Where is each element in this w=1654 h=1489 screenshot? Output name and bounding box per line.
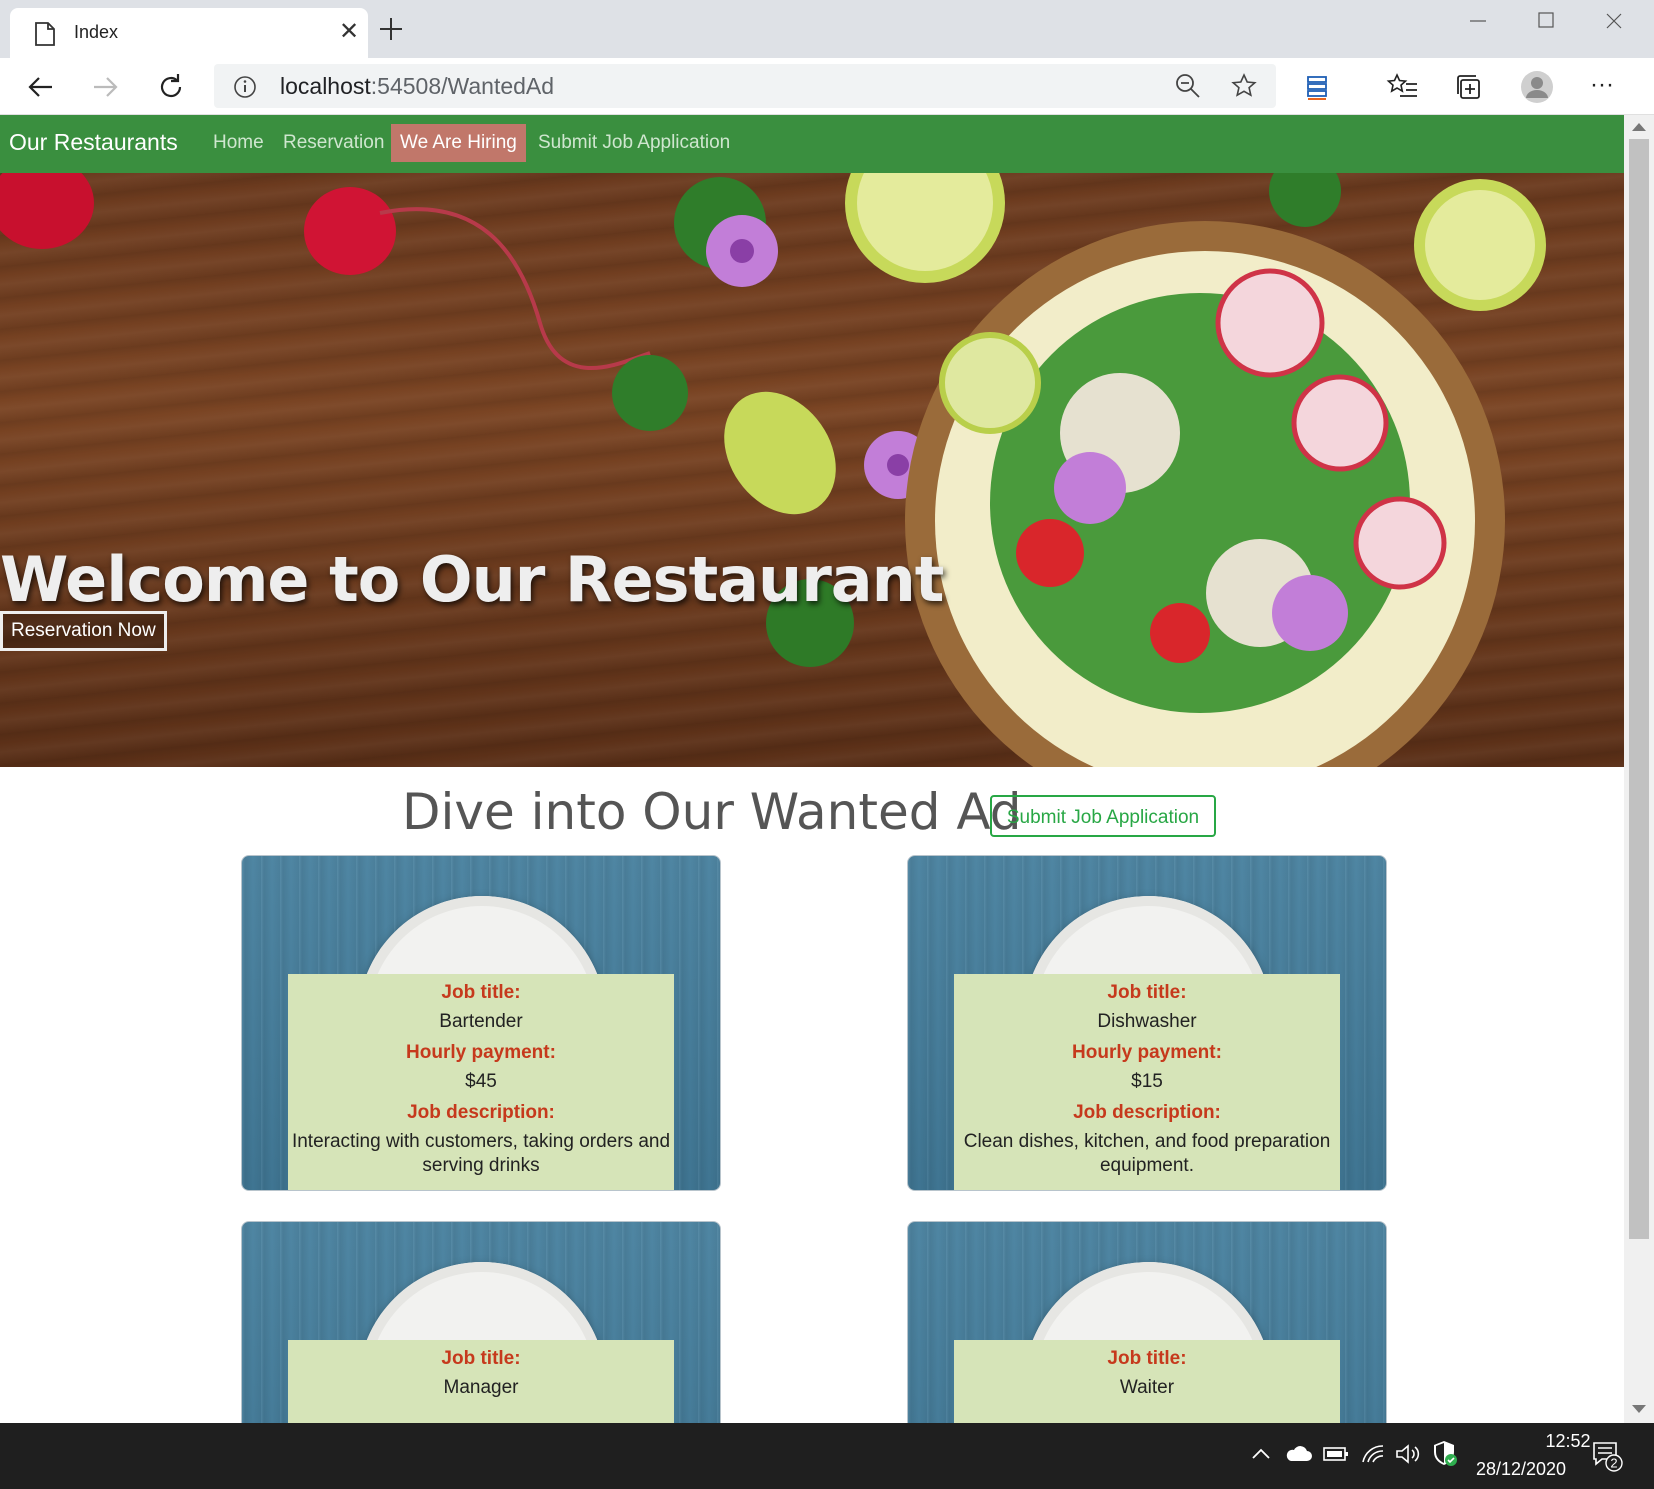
hero-banner: Welcome to Our Restaurant Reservation No… [0, 173, 1624, 767]
new-tab-icon[interactable] [376, 14, 406, 44]
address-bar[interactable]: localhost:54508/WantedAd [214, 64, 1276, 108]
submit-job-application-button[interactable]: Submit Job Application [990, 795, 1216, 837]
site-navbar: Our Restaurants Home Reservation We Are … [0, 115, 1624, 173]
job-card: Job title: Bartender Hourly payment: $45… [241, 855, 721, 1191]
job-description-label: Job description: [407, 1102, 555, 1123]
page-viewport: Our Restaurants Home Reservation We Are … [0, 115, 1624, 1423]
scrollbar-thumb[interactable] [1629, 139, 1649, 1239]
job-card: Job title: Waiter [907, 1221, 1387, 1423]
windows-taskbar: 12:52 28/12/2020 2 [0, 1423, 1654, 1489]
svg-text:2: 2 [1610, 1456, 1617, 1471]
job-title-value: Waiter [1119, 1377, 1175, 1398]
more-options-icon[interactable]: ··· [1590, 70, 1624, 104]
hero-title: Welcome to Our Restaurant [0, 543, 944, 616]
job-title-value: Manager [443, 1377, 519, 1398]
job-title-value: Dishwasher [1097, 1011, 1197, 1032]
url-host: localhost [280, 73, 371, 99]
tab-title: Index [74, 22, 119, 42]
job-info-panel: Job title: Dishwasher Hourly payment: $1… [954, 974, 1340, 1190]
hourly-payment-value: $45 [465, 1071, 497, 1092]
page-icon [34, 22, 56, 51]
brand-link[interactable]: Our Restaurants [9, 129, 178, 156]
volume-icon[interactable] [1394, 1443, 1420, 1470]
nav-link-home[interactable]: Home [204, 124, 273, 162]
wanted-ad-title: Dive into Our Wanted Ad [402, 783, 1022, 841]
job-description-value: Clean dishes, kitchen, and food preparat… [963, 1131, 1331, 1176]
forward-icon[interactable] [88, 70, 122, 104]
browser-tab[interactable]: Index ✕ [10, 8, 368, 58]
clock-date[interactable]: 28/12/2020 [1456, 1459, 1586, 1480]
battery-icon[interactable] [1322, 1443, 1350, 1470]
minimize-icon[interactable] [1458, 6, 1498, 36]
job-title-label: Job title: [1107, 1348, 1187, 1369]
nav-link-we-are-hiring[interactable]: We Are Hiring [391, 124, 526, 162]
favorite-star-icon[interactable] [1230, 72, 1258, 105]
notification-center-icon[interactable]: 2 [1590, 1439, 1624, 1478]
browser-toolbar: localhost:54508/WantedAd ··· [0, 58, 1654, 115]
job-title-label: Job title: [1107, 982, 1187, 1003]
nav-link-submit-job-application[interactable]: Submit Job Application [529, 124, 739, 162]
vertical-scrollbar[interactable] [1624, 115, 1654, 1423]
job-title-label: Job title: [441, 1348, 521, 1369]
hourly-payment-label: Hourly payment: [406, 1042, 556, 1063]
refresh-icon[interactable] [154, 70, 188, 104]
scroll-up-icon[interactable] [1632, 123, 1646, 131]
show-hidden-icons-icon[interactable] [1250, 1443, 1272, 1470]
nav-link-reservation[interactable]: Reservation [274, 124, 393, 162]
wifi-icon[interactable] [1360, 1443, 1386, 1470]
back-icon[interactable] [24, 70, 58, 104]
security-shield-icon[interactable] [1430, 1439, 1458, 1472]
job-info-panel: Job title: Bartender Hourly payment: $45… [288, 974, 674, 1190]
url-text[interactable]: localhost:54508/WantedAd [280, 73, 554, 100]
extension-icon[interactable] [1300, 70, 1334, 104]
reservation-now-button[interactable]: Reservation Now [0, 611, 167, 651]
job-description-label: Job description: [1073, 1102, 1221, 1123]
hourly-payment-value: $15 [1131, 1071, 1163, 1092]
job-info-panel: Job title: Waiter [954, 1340, 1340, 1423]
job-card: Job title: Dishwasher Hourly payment: $1… [907, 855, 1387, 1191]
job-title-value: Bartender [439, 1011, 523, 1032]
zoom-out-icon[interactable] [1174, 72, 1202, 105]
profile-avatar-icon[interactable] [1520, 70, 1554, 104]
job-title-label: Job title: [441, 982, 521, 1003]
favorites-list-icon[interactable] [1386, 70, 1420, 104]
url-path: :54508/WantedAd [370, 73, 555, 99]
maximize-icon[interactable] [1526, 6, 1566, 36]
info-icon[interactable] [232, 74, 258, 105]
close-window-icon[interactable] [1594, 6, 1634, 36]
hourly-payment-label: Hourly payment: [1072, 1042, 1222, 1063]
hero-food-image [0, 173, 1546, 767]
browser-tab-strip: Index ✕ [0, 0, 1654, 58]
job-card: Job title: Manager [241, 1221, 721, 1423]
collections-icon[interactable] [1452, 70, 1486, 104]
onedrive-cloud-icon[interactable] [1284, 1443, 1312, 1470]
scroll-down-icon[interactable] [1632, 1405, 1646, 1413]
job-description-value: Interacting with customers, taking order… [291, 1131, 671, 1176]
job-info-panel: Job title: Manager [288, 1340, 674, 1423]
close-tab-icon[interactable]: ✕ [335, 18, 363, 46]
